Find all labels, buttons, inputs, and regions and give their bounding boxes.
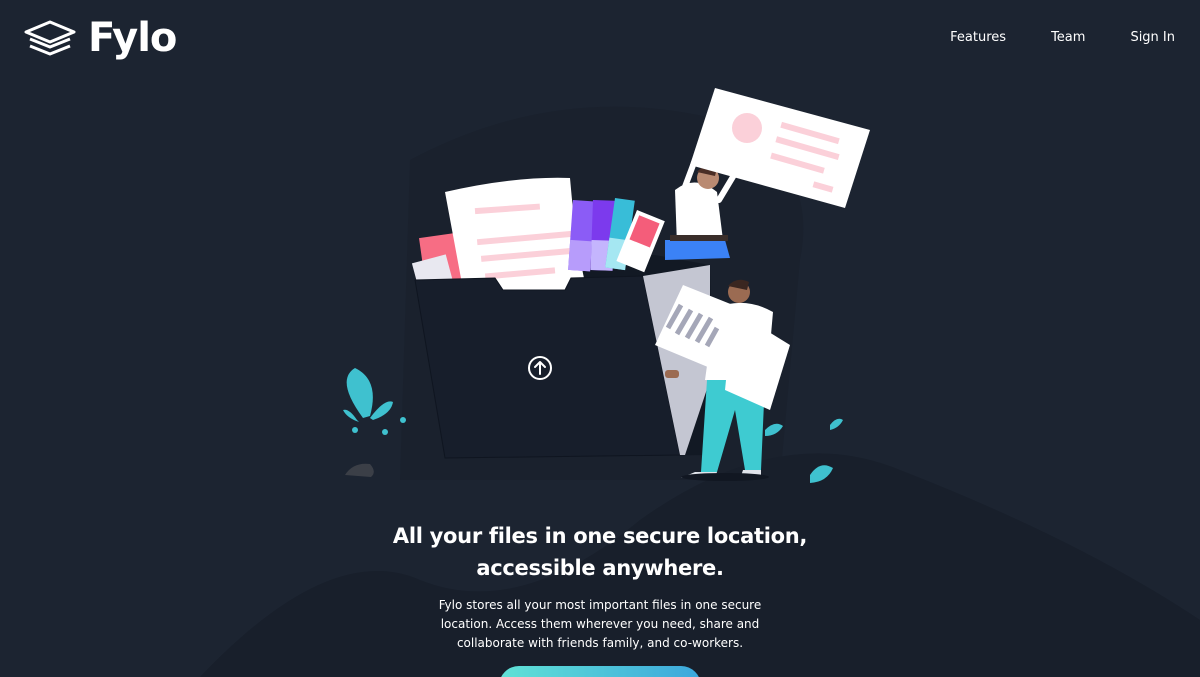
- get-started-button[interactable]: [499, 666, 701, 677]
- hero-description: Fylo stores all your most important file…: [438, 598, 762, 650]
- nav-link-features[interactable]: Features: [950, 30, 1006, 45]
- leaf-icon: [810, 465, 833, 483]
- plant-left-icon: [343, 368, 406, 435]
- nav-link-sign-in[interactable]: Sign In: [1130, 30, 1175, 45]
- header: Fylo Features Team Sign In: [0, 0, 1200, 80]
- hero-title: All your files in one secure location, a…: [392, 524, 808, 580]
- stacked-layers-icon: [24, 20, 76, 56]
- main-nav: Features Team Sign In: [950, 30, 1175, 45]
- rock: [345, 463, 374, 477]
- hero-illustration: [343, 88, 870, 483]
- folder-front: [414, 275, 681, 459]
- leaf-icon: [765, 423, 783, 436]
- leaf-icon: [830, 418, 843, 430]
- logo-link[interactable]: Fylo: [24, 14, 177, 62]
- nav-link-team[interactable]: Team: [1051, 30, 1085, 45]
- hero-section: All your files in one secure location, a…: [0, 520, 1200, 653]
- brand-name: Fylo: [88, 15, 177, 61]
- page: Fylo Features Team Sign In All your file…: [0, 0, 1200, 677]
- profile-card: [690, 88, 870, 208]
